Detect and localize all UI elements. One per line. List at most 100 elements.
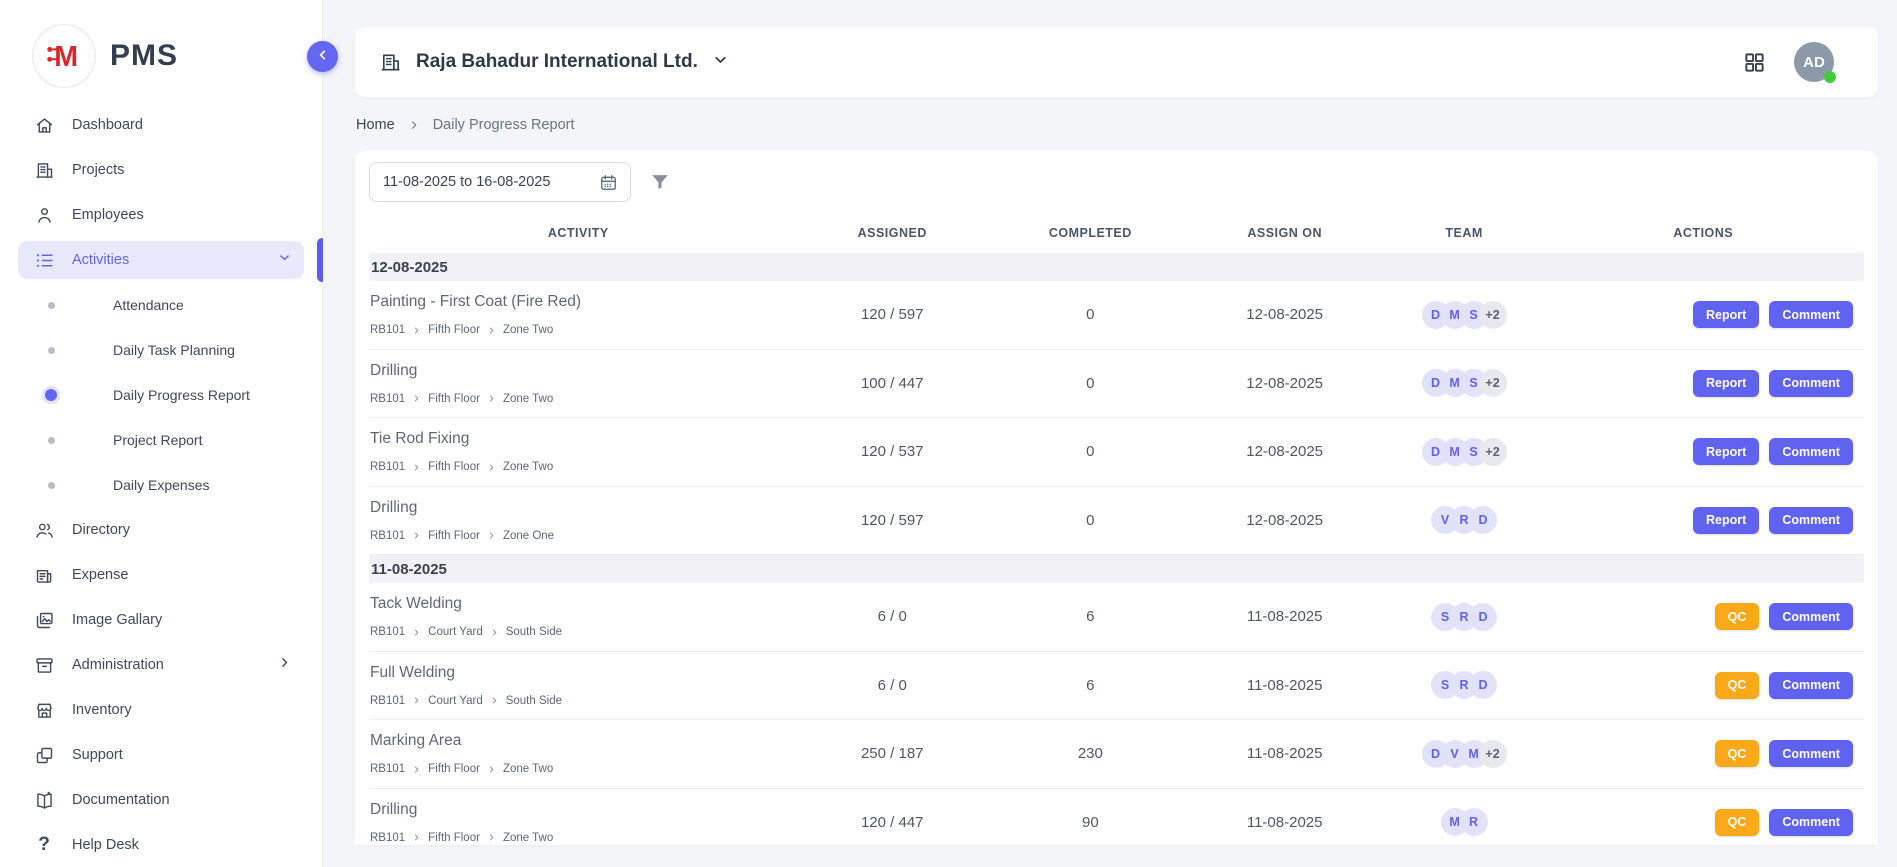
- chevron-right-icon: [412, 765, 421, 774]
- comment-button[interactable]: Comment: [1769, 370, 1853, 397]
- qc-button[interactable]: QC: [1715, 672, 1760, 699]
- column-header-actions: ACTIONS: [1543, 226, 1864, 240]
- date-range-picker[interactable]: [369, 162, 631, 202]
- activity-location-path: RB101Court YardSouth Side: [370, 626, 788, 638]
- chevron-right-icon: [487, 765, 496, 774]
- comment-button[interactable]: Comment: [1769, 809, 1853, 836]
- sidebar-item-dashboard[interactable]: Dashboard: [18, 106, 304, 144]
- sidebar-item-inventory[interactable]: Inventory: [18, 691, 304, 729]
- bullet-dot-icon: [42, 302, 60, 309]
- filter-funnel-icon[interactable]: [649, 171, 671, 193]
- table-row: DrillingRB101Fifth FloorZone Two120 / 44…: [369, 789, 1864, 846]
- qc-button[interactable]: QC: [1715, 809, 1760, 836]
- sidebar-subitem-label: Daily Task Planning: [113, 342, 235, 358]
- sidebar-subitem-daily-expenses[interactable]: Daily Expenses: [18, 466, 304, 504]
- path-segment: RB101: [370, 461, 405, 473]
- sidebar-item-directory[interactable]: Directory: [18, 511, 304, 549]
- comment-button[interactable]: Comment: [1769, 438, 1853, 465]
- report-button[interactable]: Report: [1693, 370, 1759, 397]
- breadcrumb: Home Daily Progress Report: [355, 117, 1878, 133]
- team-member-avatar[interactable]: R: [1460, 808, 1488, 836]
- path-segment: Zone One: [503, 530, 554, 542]
- assigned-cell: 6 / 0: [788, 677, 997, 694]
- comment-button[interactable]: Comment: [1769, 603, 1853, 630]
- activity-location-path: RB101Fifth FloorZone Two: [370, 393, 788, 405]
- assign-on-cell: 12-08-2025: [1184, 443, 1386, 460]
- team-member-avatar[interactable]: D: [1469, 603, 1497, 631]
- sidebar-item-administration[interactable]: Administration: [18, 646, 304, 684]
- company-switcher[interactable]: Raja Bahadur International Ltd.: [379, 51, 729, 74]
- comment-button[interactable]: Comment: [1769, 301, 1853, 328]
- path-segment: South Side: [506, 626, 562, 638]
- apps-grid-icon[interactable]: [1743, 51, 1766, 74]
- breadcrumb-current: Daily Progress Report: [433, 117, 575, 133]
- path-segment: Fifth Floor: [428, 763, 480, 775]
- assign-on-cell: 11-08-2025: [1184, 608, 1386, 625]
- date-range-input[interactable]: [383, 174, 589, 190]
- completed-cell: 0: [997, 375, 1184, 392]
- sidebar-subitem-attendance[interactable]: Attendance: [18, 286, 304, 324]
- qc-button[interactable]: QC: [1715, 740, 1760, 767]
- team-member-avatar[interactable]: D: [1469, 506, 1497, 534]
- bullet-dot-icon: [42, 347, 60, 354]
- completed-cell: 0: [997, 512, 1184, 529]
- team-cell: SRD: [1386, 671, 1543, 699]
- team-more-badge[interactable]: +2: [1479, 369, 1507, 397]
- chevron-down-icon: [712, 51, 729, 73]
- bullet-dot-icon: [42, 482, 60, 489]
- chevron-right-icon: [487, 394, 496, 403]
- sidebar-subitem-daily-task-planning[interactable]: Daily Task Planning: [18, 331, 304, 369]
- path-segment: Fifth Floor: [428, 530, 480, 542]
- team-more-badge[interactable]: +2: [1479, 740, 1507, 768]
- sidebar-item-image-gallary[interactable]: Image Gallary: [18, 601, 304, 639]
- table-row: Full WeldingRB101Court YardSouth Side6 /…: [369, 652, 1864, 721]
- sidebar-item-label: Expense: [72, 567, 292, 583]
- report-button[interactable]: Report: [1693, 301, 1759, 328]
- comment-button[interactable]: Comment: [1769, 507, 1853, 534]
- chevron-right-icon: [490, 696, 499, 705]
- team-member-avatar[interactable]: D: [1469, 671, 1497, 699]
- activity-cell: Full WeldingRB101Court YardSouth Side: [369, 664, 788, 707]
- activity-cell: Painting - First Coat (Fire Red)RB101Fif…: [369, 293, 788, 336]
- assigned-cell: 120 / 537: [788, 443, 997, 460]
- sidebar-subitem-daily-progress-report[interactable]: Daily Progress Report: [18, 376, 304, 414]
- breadcrumb-home-link[interactable]: Home: [356, 117, 395, 133]
- team-cell: DMS+2: [1386, 438, 1543, 466]
- comment-button[interactable]: Comment: [1769, 672, 1853, 699]
- comment-button[interactable]: Comment: [1769, 740, 1853, 767]
- activity-name: Tie Rod Fixing: [370, 430, 788, 448]
- activity-name: Drilling: [370, 362, 788, 380]
- sidebar-collapse-button[interactable]: [307, 41, 338, 72]
- sidebar-subitem-project-report[interactable]: Project Report: [18, 421, 304, 459]
- completed-cell: 0: [997, 443, 1184, 460]
- question-icon: ?: [32, 833, 56, 857]
- path-segment: RB101: [370, 763, 405, 775]
- sidebar-item-activities[interactable]: Activities: [18, 241, 304, 279]
- assign-on-cell: 11-08-2025: [1184, 677, 1386, 694]
- bullet-dot-icon: [42, 389, 60, 401]
- sidebar-item-expense[interactable]: Expense: [18, 556, 304, 594]
- activity-cell: DrillingRB101Fifth FloorZone Two: [369, 801, 788, 844]
- team-more-badge[interactable]: +2: [1479, 301, 1507, 329]
- team-more-badge[interactable]: +2: [1479, 438, 1507, 466]
- completed-cell: 230: [997, 745, 1184, 762]
- path-segment: Fifth Floor: [428, 393, 480, 405]
- activity-name: Marking Area: [370, 732, 788, 750]
- sidebar-item-help-desk[interactable]: ?Help Desk: [18, 826, 304, 864]
- qc-button[interactable]: QC: [1715, 603, 1760, 630]
- sidebar-item-employees[interactable]: Employees: [18, 196, 304, 234]
- sidebar-item-support[interactable]: Support: [18, 736, 304, 774]
- sidebar-item-documentation[interactable]: Documentation: [18, 781, 304, 819]
- report-button[interactable]: Report: [1693, 438, 1759, 465]
- assigned-cell: 100 / 447: [788, 375, 997, 392]
- path-segment: Court Yard: [428, 695, 483, 707]
- team-cell: DMS+2: [1386, 301, 1543, 329]
- report-button[interactable]: Report: [1693, 507, 1759, 534]
- list-icon: [32, 248, 56, 272]
- sidebar-item-projects[interactable]: Projects: [18, 151, 304, 189]
- chevron-right-icon: [412, 531, 421, 540]
- sidebar-subitem-label: Attendance: [113, 297, 184, 313]
- user-avatar[interactable]: AD: [1794, 42, 1834, 82]
- completed-cell: 0: [997, 306, 1184, 323]
- sidebar-subitem-label: Daily Expenses: [113, 477, 210, 493]
